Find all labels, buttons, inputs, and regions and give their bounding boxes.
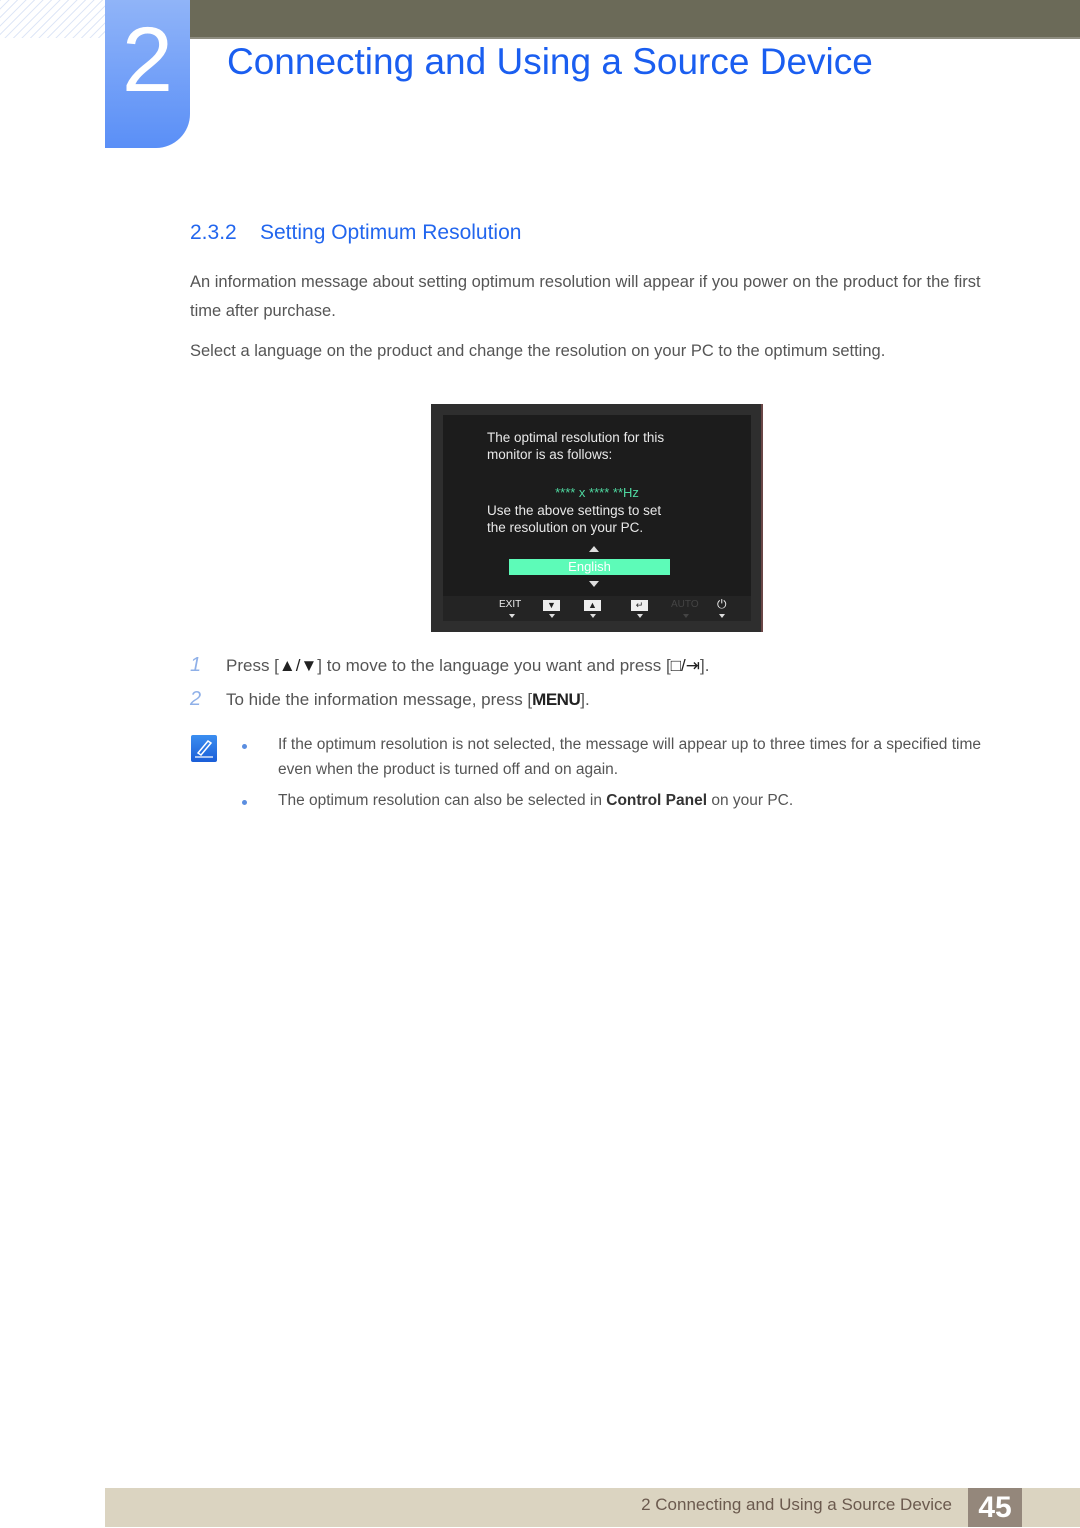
- enter-key-icon: ↵: [631, 600, 648, 611]
- note-item: The optimum resolution can also be selec…: [278, 788, 1018, 813]
- tick-icon: [683, 614, 689, 618]
- osd-panel: The optimal resolution for this monitor …: [443, 415, 751, 621]
- osd-line: monitor is as follows:: [487, 446, 613, 462]
- osd-instruction: Use the above settings to set the resolu…: [487, 503, 727, 536]
- step-text: ].: [699, 656, 710, 675]
- step-number: 2: [190, 688, 202, 710]
- osd-line: the resolution on your PC.: [487, 519, 644, 535]
- chapter-number: 2: [121, 9, 174, 111]
- up-key-icon: ▲: [584, 600, 601, 611]
- step-text: ].: [580, 690, 590, 709]
- osd-language-selection: English: [509, 559, 670, 575]
- section-number: 2.3.2: [190, 221, 237, 244]
- step-text: Press [: [226, 656, 279, 675]
- tick-icon: [509, 614, 515, 618]
- control-panel-term: Control Panel: [606, 792, 708, 809]
- note-item: If the optimum resolution is not selecte…: [278, 736, 982, 778]
- osd-screenshot: The optimal resolution for this monitor …: [431, 404, 763, 632]
- step-number: 1: [190, 654, 202, 676]
- bullet-icon: [242, 800, 247, 805]
- tick-icon: [637, 614, 643, 618]
- note-text: The optimum resolution can also be selec…: [278, 792, 607, 809]
- power-icon: ⏻: [717, 597, 727, 611]
- chapter-tab: 2: [105, 0, 190, 148]
- intro-paragraph: An information message about setting opt…: [190, 273, 981, 320]
- bullet-icon: [242, 744, 247, 749]
- up-down-keys-icon: ▲/▼: [278, 656, 318, 675]
- down-key-icon: ▼: [543, 600, 560, 611]
- arrow-up-icon: [589, 546, 599, 552]
- section-title: 2.3.2 Setting Optimum Resolution: [190, 219, 521, 247]
- pencil-icon: [195, 740, 213, 758]
- page-footer: 2 Connecting and Using a Source Device 4…: [105, 1488, 1080, 1527]
- exit-label: EXIT: [499, 599, 522, 610]
- note-text: on your PC.: [707, 792, 794, 809]
- step-1: 1 Press [▲/▼] to move to the language you…: [190, 654, 709, 677]
- tick-icon: [590, 614, 596, 618]
- note-icon: [191, 735, 217, 762]
- osd-button-bar: EXIT ▼ ▲ ↵ AUTO ⏻: [443, 596, 751, 621]
- osd-message: The optimal resolution for this monitor …: [487, 430, 727, 463]
- menu-key-icon: MENU: [532, 690, 581, 709]
- osd-line: Use the above settings to set: [487, 503, 662, 518]
- step-text: To hide the information message, press [: [226, 690, 533, 709]
- tick-icon: [719, 614, 725, 618]
- step-2: 2 To hide the information message, press …: [190, 688, 590, 711]
- header-decoration: [0, 0, 105, 38]
- osd-resolution: **** x **** **Hz: [555, 485, 639, 500]
- arrow-down-icon: [589, 581, 599, 587]
- page-number: 45: [968, 1488, 1022, 1527]
- step-text: ] to move to the language you want and p…: [317, 656, 671, 675]
- chapter-title: Connecting and Using a Source Device: [227, 41, 873, 82]
- instruction-paragraph: Select a language on the product and cha…: [190, 342, 886, 360]
- tick-icon: [549, 614, 555, 618]
- section-title-text: Setting Optimum Resolution: [260, 221, 522, 244]
- auto-label: AUTO: [671, 599, 699, 610]
- osd-line: The optimal resolution for this: [487, 430, 665, 445]
- header-bar: [190, 0, 1080, 39]
- enter-source-keys-icon: □/⇥: [670, 656, 700, 675]
- footer-chapter-title: 2 Connecting and Using a Source Device: [641, 1495, 952, 1514]
